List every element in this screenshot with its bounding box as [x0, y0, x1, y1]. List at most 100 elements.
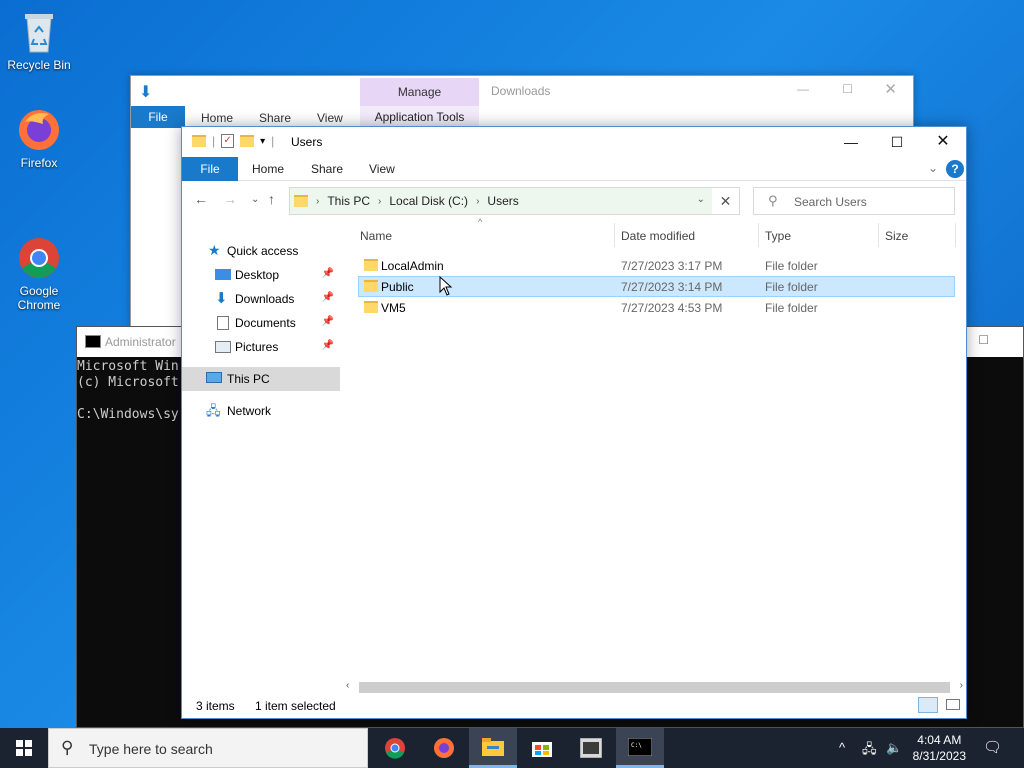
nav-label: This PC: [227, 372, 270, 386]
address-dropdown-icon[interactable]: ⌄: [697, 194, 705, 205]
desktop-icon-label: Recycle Bin: [7, 58, 71, 72]
desktop-icon-firefox[interactable]: Firefox: [1, 106, 77, 170]
pin-icon[interactable]: 📌: [322, 292, 334, 303]
column-divider[interactable]: [758, 223, 759, 247]
firefox-icon: [15, 106, 63, 154]
ribbon-file-tab[interactable]: File: [131, 106, 185, 128]
taskbar-file-explorer[interactable]: [469, 728, 517, 768]
folder-icon: [364, 280, 378, 292]
navigation-bar: ← → ⌄ ↑ › This PC › Local Disk (C:) › Us…: [182, 181, 966, 217]
taskbar-firefox[interactable]: [420, 728, 468, 768]
nav-pictures[interactable]: Pictures 📌: [182, 335, 340, 359]
details-view-icon[interactable]: [918, 697, 938, 713]
ribbon-view-tab[interactable]: View: [317, 111, 343, 125]
file-date: 7/27/2023 3:14 PM: [621, 280, 723, 294]
nav-desktop[interactable]: Desktop 📌: [182, 263, 340, 287]
network-tray-icon[interactable]: 🖧: [862, 740, 877, 762]
address-bar[interactable]: › This PC › Local Disk (C:) › Users ⌄: [289, 187, 740, 215]
nav-documents[interactable]: Documents 📌: [182, 311, 340, 335]
ribbon-home-tab[interactable]: Home: [201, 111, 233, 125]
nav-label: Network: [227, 404, 272, 418]
volume-icon[interactable]: 🔈: [886, 740, 902, 756]
store-icon: [532, 742, 552, 757]
clock[interactable]: 4:04 AM 8/31/2023: [913, 732, 966, 764]
back-arrow-icon[interactable]: ←: [194, 191, 208, 207]
desktop-icon-chrome[interactable]: Google Chrome: [1, 206, 77, 326]
taskbar-store[interactable]: [518, 728, 566, 768]
application-tools-tab[interactable]: Application Tools: [360, 106, 479, 128]
separator: |: [271, 134, 275, 148]
scroll-right-icon[interactable]: ›: [960, 680, 963, 691]
pin-icon[interactable]: 📌: [322, 316, 334, 327]
column-divider[interactable]: [878, 223, 879, 247]
column-header-date[interactable]: Date modified: [621, 229, 695, 249]
breadcrumb-this-pc[interactable]: This PC: [327, 194, 370, 208]
nav-quick-access[interactable]: ★ Quick access: [182, 239, 340, 263]
maximize-icon[interactable]: ☐: [978, 333, 989, 347]
column-divider[interactable]: [614, 223, 615, 247]
maximize-icon[interactable]: ☐: [842, 82, 853, 96]
up-arrow-icon[interactable]: ↑: [268, 191, 275, 207]
search-placeholder: Search Users: [794, 195, 867, 209]
scroll-left-icon[interactable]: ‹: [346, 680, 349, 691]
file-name: VM5: [381, 301, 406, 315]
pin-icon[interactable]: 📌: [322, 340, 334, 351]
file-name: Public: [381, 280, 414, 294]
downloads-titlebar: ⬇ Manage Downloads — ☐ ✕: [131, 76, 913, 106]
separator: |: [212, 134, 216, 148]
ribbon-file-tab[interactable]: File: [182, 157, 238, 181]
status-bar: 3 items 1 item selected: [182, 694, 966, 718]
taskbar-cmd[interactable]: C:\: [616, 728, 664, 768]
minimize-icon[interactable]: —: [797, 82, 809, 96]
expand-ribbon-icon[interactable]: ⌄: [928, 161, 938, 175]
manage-tab[interactable]: Manage: [360, 78, 479, 106]
file-row[interactable]: VM5 7/27/2023 4:53 PM File folder: [358, 297, 955, 318]
file-row[interactable]: LocalAdmin 7/27/2023 3:17 PM File folder: [358, 255, 955, 276]
maximize-button[interactable]: ☐: [874, 127, 920, 157]
notifications-icon[interactable]: 🗨: [983, 738, 1002, 756]
large-icons-view-icon[interactable]: [946, 699, 960, 710]
help-icon[interactable]: ?: [946, 160, 964, 178]
taskbar-search-box[interactable]: ⚲ Type here to search: [48, 728, 368, 768]
users-explorer-window[interactable]: | ✓ ▾ | Users — ☐ ✕ File Home Share View…: [181, 126, 967, 719]
file-row-selected[interactable]: Public 7/27/2023 3:14 PM File folder: [358, 276, 955, 297]
close-icon[interactable]: ✕: [884, 80, 897, 98]
recent-locations-icon[interactable]: ⌄: [251, 194, 259, 205]
downloads-title: Downloads: [491, 84, 551, 98]
properties-icon[interactable]: ✓: [221, 134, 235, 148]
show-hidden-icons-chevron[interactable]: ^: [839, 740, 845, 755]
minimize-button[interactable]: —: [828, 127, 874, 157]
folder-icon: [192, 135, 206, 147]
search-box[interactable]: ⚲ Search Users: [753, 187, 955, 215]
ribbon-home-tab[interactable]: Home: [252, 162, 284, 176]
forward-arrow-icon[interactable]: →: [223, 191, 237, 207]
breadcrumb-users[interactable]: Users: [487, 194, 518, 208]
pin-icon[interactable]: 📌: [322, 268, 334, 279]
taskbar-chrome[interactable]: [371, 728, 419, 768]
scrollbar-thumb[interactable]: [359, 682, 950, 693]
customize-toolbar-icon[interactable]: ▾: [260, 136, 265, 147]
ribbon-share-tab[interactable]: Share: [259, 111, 291, 125]
folder-icon: [294, 195, 308, 207]
breadcrumb-local-disk[interactable]: Local Disk (C:): [389, 194, 468, 208]
column-divider[interactable]: [955, 223, 956, 247]
start-button[interactable]: [0, 728, 48, 768]
ribbon-view-tab[interactable]: View: [369, 162, 395, 176]
quick-access-toolbar: | ✓ ▾ |: [192, 134, 274, 148]
clear-address-button[interactable]: ✕: [712, 187, 740, 215]
nav-label: Downloads: [235, 292, 295, 306]
close-button[interactable]: ✕: [920, 127, 966, 157]
folder-icon: [364, 301, 378, 313]
taskbar-server-manager[interactable]: [567, 728, 615, 768]
column-header-name[interactable]: Name: [360, 229, 392, 249]
nav-downloads[interactable]: ⬇ Downloads 📌: [182, 287, 340, 311]
column-header-size[interactable]: Size: [885, 229, 908, 249]
column-header-type[interactable]: Type: [765, 229, 791, 249]
nav-network[interactable]: 🖧 Network: [182, 399, 340, 423]
new-folder-icon[interactable]: [240, 135, 255, 147]
nav-this-pc[interactable]: This PC: [182, 367, 340, 391]
desktop-icon: [215, 269, 231, 280]
desktop-icon-recycle-bin[interactable]: Recycle Bin: [1, 8, 77, 72]
ribbon-share-tab[interactable]: Share: [311, 162, 343, 176]
file-name: LocalAdmin: [381, 259, 444, 273]
